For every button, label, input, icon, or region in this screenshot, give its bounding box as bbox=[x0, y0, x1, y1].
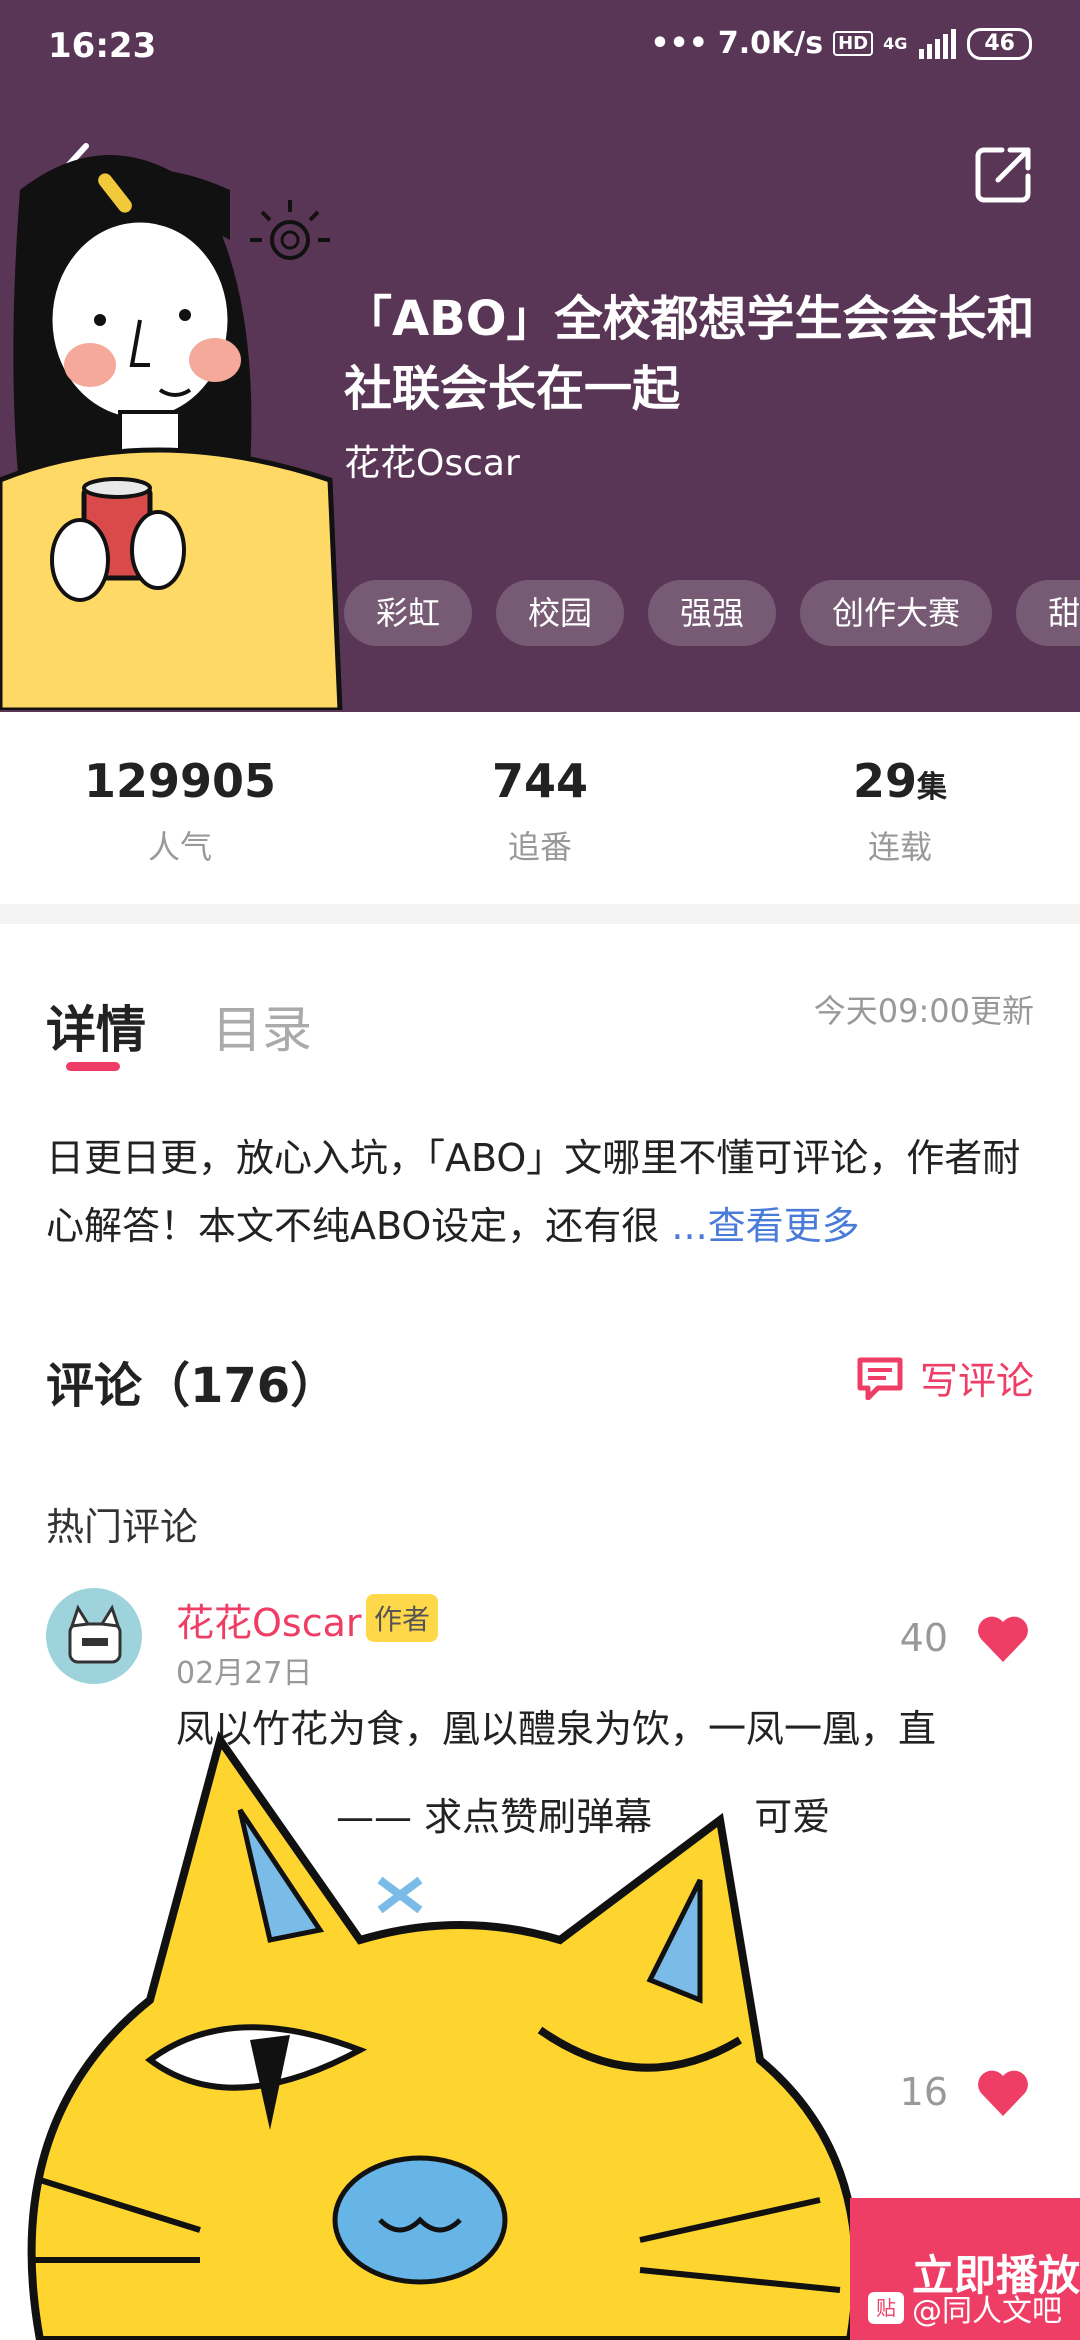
like-count: 16 bbox=[899, 2070, 948, 2114]
author-badge: 作者 bbox=[366, 1594, 439, 1642]
comments-title: 评论（176） bbox=[46, 1358, 339, 1414]
commenter-name[interactable]: 花花Oscar bbox=[176, 1592, 362, 1647]
comment-date: 02月27日 bbox=[176, 1656, 313, 1691]
stat-value: 29 bbox=[852, 754, 917, 808]
stat-popularity: 129905 人气 bbox=[0, 712, 360, 904]
avatar[interactable] bbox=[46, 1588, 142, 1684]
tag[interactable]: 彩虹 bbox=[344, 580, 473, 646]
signal-icon bbox=[919, 28, 957, 59]
status-bar: 16:23 ••• 7.0K/s HD 4G 46 bbox=[0, 0, 1080, 96]
cat-sticker-illustration bbox=[27, 1730, 860, 2340]
description: 日更日更，放心入坑，「ABO」文哪里不懂可评论，作者耐心解答！本文不纯ABO设定… bbox=[46, 1124, 1036, 1260]
write-comment-button[interactable]: 写评论 bbox=[856, 1350, 1034, 1405]
work-author[interactable]: 花花Oscar bbox=[344, 434, 520, 486]
active-tab-indicator bbox=[66, 1062, 120, 1071]
network-speed: 7.0K/s bbox=[717, 26, 824, 61]
network-type: 4G bbox=[883, 33, 908, 53]
watermark-text: @同人文吧 bbox=[912, 2294, 1062, 2329]
comment-icon bbox=[857, 1357, 903, 1400]
tag[interactable]: 创作大赛 bbox=[800, 580, 993, 646]
stat-unit: 集 bbox=[917, 770, 947, 805]
cover-girl-illustration bbox=[0, 155, 343, 710]
heart-icon[interactable] bbox=[976, 2068, 1030, 2118]
tag-list: 彩虹 校园 强强 创作大赛 甜 bbox=[344, 580, 1080, 646]
stat-label: 人气 bbox=[147, 828, 212, 866]
stat-value: 129905 bbox=[83, 754, 277, 808]
dots-icon: ••• bbox=[650, 26, 708, 61]
battery-indicator: 46 bbox=[967, 27, 1032, 60]
hot-comments-label: 热门评论 bbox=[46, 1505, 199, 1549]
tab-details[interactable]: 详情 bbox=[46, 990, 146, 1062]
watermark: 贴 @同人文吧 bbox=[868, 2286, 1062, 2330]
stat-label: 追番 bbox=[507, 828, 572, 866]
tag[interactable]: 甜 bbox=[1016, 580, 1080, 646]
status-time: 16:23 bbox=[48, 26, 157, 66]
stat-followers: 744 追番 bbox=[360, 712, 720, 904]
header: 16:23 ••• 7.0K/s HD 4G 46 「ABO」全校都想学生会会长… bbox=[0, 0, 1080, 712]
tag[interactable]: 校园 bbox=[496, 580, 625, 646]
section-divider bbox=[0, 904, 1080, 924]
stats-row: 129905 人气 744 追番 29集 连载 bbox=[0, 712, 1080, 904]
work-title: 「ABO」全校都想学生会会长和社联会长在一起 bbox=[344, 291, 1035, 417]
write-comment-label: 写评论 bbox=[919, 1359, 1034, 1403]
heart-icon[interactable] bbox=[976, 1614, 1030, 1664]
stat-value: 744 bbox=[491, 754, 589, 808]
cat-avatar-icon bbox=[68, 1604, 122, 1664]
status-indicators: ••• 7.0K/s HD 4G 46 bbox=[650, 26, 1032, 61]
hd-badge: HD bbox=[833, 31, 874, 56]
tag[interactable]: 强强 bbox=[648, 580, 777, 646]
description-text: 日更日更，放心入坑，「ABO」文哪里不懂可评论，作者耐心解答！本文不纯ABO设定… bbox=[46, 1136, 1021, 1248]
tieba-icon: 贴 bbox=[868, 2292, 904, 2324]
like-count: 40 bbox=[899, 1616, 948, 1660]
update-time: 今天09:00更新 bbox=[813, 992, 1034, 1030]
stat-episodes: 29集 连载 bbox=[720, 712, 1080, 904]
share-icon[interactable] bbox=[972, 142, 1036, 206]
stat-label: 连载 bbox=[867, 828, 932, 866]
see-more-link[interactable]: ...查看更多 bbox=[671, 1204, 859, 1248]
tab-toc[interactable]: 目录 bbox=[212, 990, 312, 1062]
